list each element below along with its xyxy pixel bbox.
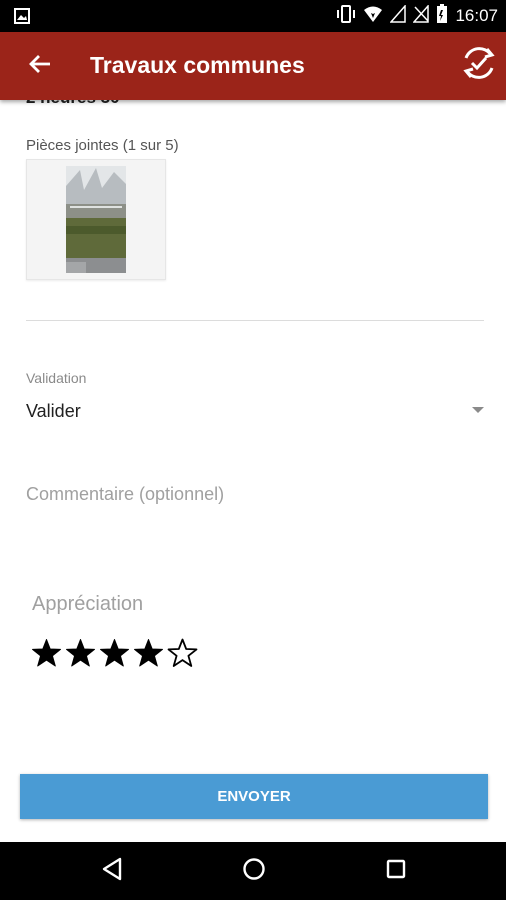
home-circle-icon bbox=[242, 857, 266, 886]
attachment-photo bbox=[66, 166, 126, 273]
no-signal-icon bbox=[412, 3, 430, 28]
rating-stars bbox=[31, 638, 198, 669]
nav-recents-button[interactable] bbox=[381, 856, 411, 886]
attachment-thumbnail[interactable] bbox=[26, 159, 166, 280]
page-title: Travaux communes bbox=[90, 52, 305, 78]
star-empty-icon[interactable] bbox=[167, 638, 198, 669]
sync-check-icon bbox=[460, 44, 498, 87]
rating-label: Appréciation bbox=[32, 593, 144, 615]
image-notification-icon bbox=[14, 8, 30, 24]
battery-icon bbox=[436, 3, 448, 29]
wifi-icon bbox=[363, 5, 383, 28]
back-triangle-icon bbox=[101, 857, 123, 886]
comment-input[interactable]: Commentaire (optionnel) bbox=[26, 484, 224, 505]
star-filled-icon[interactable] bbox=[99, 638, 130, 669]
app-bar: Travaux communes bbox=[0, 32, 506, 100]
vibrate-icon bbox=[336, 4, 356, 28]
signal-icon bbox=[389, 3, 407, 28]
attachments-label: Pièces jointes (1 sur 5) bbox=[26, 137, 179, 154]
star-filled-icon[interactable] bbox=[31, 638, 62, 669]
star-filled-icon[interactable] bbox=[133, 638, 164, 669]
recents-square-icon bbox=[385, 858, 407, 885]
back-button[interactable] bbox=[22, 50, 58, 82]
dropdown-arrow-icon[interactable] bbox=[472, 407, 484, 413]
nav-bar bbox=[0, 842, 506, 900]
arrow-back-icon bbox=[29, 54, 51, 79]
send-button[interactable]: ENVOYER bbox=[20, 774, 488, 819]
validation-label: Validation bbox=[26, 370, 87, 386]
validation-select[interactable]: Valider bbox=[26, 401, 81, 422]
star-filled-icon[interactable] bbox=[65, 638, 96, 669]
divider bbox=[26, 320, 484, 321]
status-bar: 16:07 bbox=[0, 0, 506, 32]
status-icons: 16:07 bbox=[336, 3, 498, 29]
nav-back-button[interactable] bbox=[97, 856, 127, 886]
sync-button[interactable] bbox=[458, 44, 500, 86]
screen: 16:07 Travaux communes 2 heures 30 Pièc bbox=[0, 0, 506, 900]
status-time: 16:07 bbox=[455, 6, 498, 25]
nav-home-button[interactable] bbox=[239, 856, 269, 886]
